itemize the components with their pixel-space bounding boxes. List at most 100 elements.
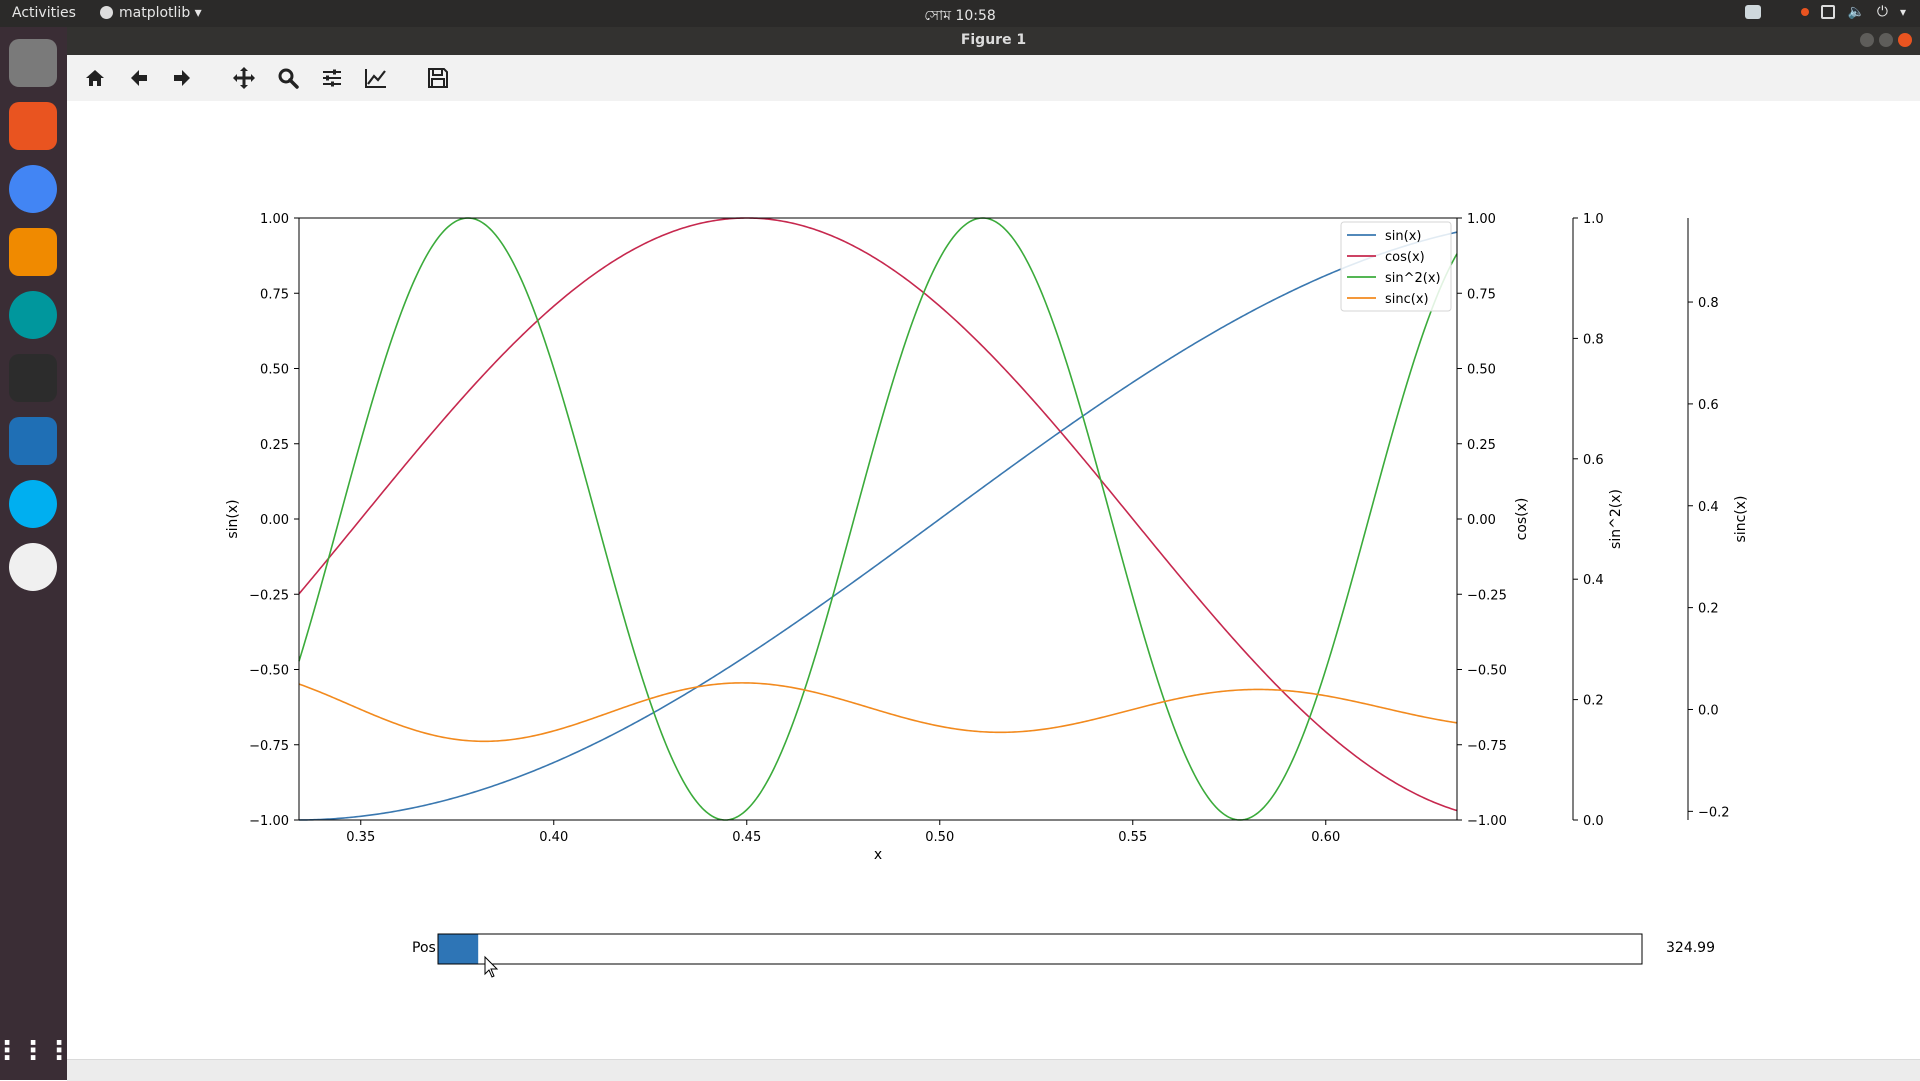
- network-icon[interactable]: [1821, 5, 1836, 19]
- plot-frame: [298, 217, 1458, 821]
- app-menu-icon: [100, 6, 113, 19]
- figure-canvas[interactable]: 0.35 0.40 0.45 0.50 0.55 0.60 1.00 0.75 0.50 0.25…: [67, 101, 1920, 1059]
- y-tick-label: −1.00: [249, 814, 289, 829]
- y-tick-label: 0.50: [1467, 363, 1496, 378]
- configure-subplots-button[interactable]: [316, 63, 348, 93]
- y-tick-label: 1.00: [260, 212, 289, 227]
- y-tick-label: 1.0: [1583, 212, 1604, 227]
- y-tick-label: 0.6: [1698, 398, 1719, 413]
- edit-axes-button[interactable]: [360, 63, 392, 93]
- y-tick-label: 0.75: [260, 287, 289, 302]
- legend-label: sin(x): [1385, 229, 1421, 244]
- y-tick-label: 0.2: [1583, 694, 1604, 709]
- software-center-icon[interactable]: [9, 102, 57, 150]
- system-top-bar: Activities matplotlib ▾ সোম 10:58 🔈 ⏻ ▾: [0, 0, 1920, 27]
- y-tick-label: 0.00: [260, 513, 289, 528]
- slider-fill[interactable]: [438, 934, 479, 964]
- zoom-button[interactable]: [272, 63, 304, 93]
- window-titlebar[interactable]: Figure 1: [67, 27, 1920, 55]
- legend-label: cos(x): [1385, 250, 1425, 265]
- x-tick-label: 0.50: [925, 830, 954, 845]
- y-tick-label: 1.00: [1467, 212, 1496, 227]
- notification-icon[interactable]: [1745, 5, 1762, 19]
- series-lines: [298, 217, 1458, 821]
- arduino-icon[interactable]: [9, 291, 57, 339]
- chrome-icon[interactable]: [9, 165, 57, 213]
- volume-icon[interactable]: 🔈: [1847, 4, 1864, 20]
- pan-icon: [233, 67, 255, 89]
- legend-label: sin^2(x): [1385, 271, 1441, 286]
- x-tick-label: 0.60: [1311, 830, 1340, 845]
- vlc-icon[interactable]: [9, 228, 57, 276]
- tick-marks: 0.35 0.40 0.45 0.50 0.55 0.60 1.00 0.75 0.50 0.25…: [249, 212, 1729, 845]
- navigation-toolbar: [67, 55, 1920, 102]
- y-axis-label-sin2: sin^2(x): [1608, 489, 1624, 549]
- pan-button[interactable]: [228, 63, 260, 93]
- back-icon: [131, 70, 147, 86]
- files-icon[interactable]: [9, 39, 57, 87]
- edit-axes-icon: [365, 69, 386, 88]
- y-tick-label: 0.0: [1583, 814, 1604, 829]
- screenshot-tool-icon[interactable]: [9, 543, 57, 591]
- y-tick-label: 0.25: [260, 438, 289, 453]
- y-tick-label: −0.2: [1698, 805, 1730, 820]
- update-indicator-icon[interactable]: [1801, 8, 1810, 16]
- activities-button[interactable]: Activities: [12, 5, 76, 21]
- y-tick-label: −0.25: [249, 588, 289, 603]
- y-tick-label: −0.75: [249, 739, 289, 754]
- x-tick-label: 0.35: [346, 830, 375, 845]
- x-axis-label: x: [874, 847, 882, 863]
- y-axis-label-sinc: sinc(x): [1733, 496, 1749, 543]
- y-tick-label: −0.75: [1467, 739, 1507, 754]
- chevron-down-icon: ▾: [194, 5, 202, 21]
- series-line-sin2: [298, 217, 1458, 821]
- y-tick-label: −0.25: [1467, 588, 1507, 603]
- y-axis-label-sin: sin(x): [225, 499, 241, 538]
- x-tick-label: 0.40: [539, 830, 568, 845]
- dock: ⋮⋮⋮: [0, 27, 72, 1080]
- slider-label: Pos: [412, 940, 436, 956]
- save-button[interactable]: [422, 63, 454, 93]
- forward-button[interactable]: [166, 63, 198, 93]
- status-bar: [67, 1059, 1920, 1081]
- y-axis-label-cos: cos(x): [1514, 498, 1530, 541]
- y-tick-label: 0.2: [1698, 602, 1719, 617]
- app-menu[interactable]: matplotlib ▾: [100, 5, 202, 21]
- window-title: Figure 1: [960, 32, 1027, 48]
- series-line-sin: [298, 231, 1458, 821]
- chevron-down-icon[interactable]: ▾: [1900, 5, 1906, 19]
- x-tick-label: 0.55: [1118, 830, 1147, 845]
- app-menu-label: matplotlib: [119, 5, 191, 21]
- y-tick-label: 0.50: [260, 363, 289, 378]
- y-tick-label: 0.0: [1698, 703, 1719, 718]
- home-button[interactable]: [79, 63, 111, 93]
- legend-label: sinc(x): [1385, 292, 1429, 307]
- show-applications-icon[interactable]: ⋮⋮⋮: [0, 1027, 72, 1075]
- back-button[interactable]: [123, 63, 155, 93]
- legend: sin(x) cos(x) sin^2(x) sinc(x): [1340, 221, 1452, 312]
- slider-value: 324.99: [1666, 940, 1715, 956]
- y-tick-label: 0.8: [1583, 332, 1604, 347]
- clock[interactable]: সোম 10:58: [0, 4, 1920, 28]
- vscode-icon[interactable]: [9, 417, 57, 465]
- skype-icon[interactable]: [9, 480, 57, 528]
- terminal-icon[interactable]: [9, 354, 57, 402]
- forward-icon: [174, 70, 190, 86]
- y-tick-label: −0.50: [1467, 664, 1507, 679]
- zoom-icon: [278, 68, 299, 89]
- y-tick-label: −1.00: [1467, 814, 1507, 829]
- y-tick-label: 0.75: [1467, 287, 1496, 302]
- y-tick-label: 0.00: [1467, 513, 1496, 528]
- chart[interactable]: 0.35 0.40 0.45 0.50 0.55 0.60 1.00 0.75 0.50 0.25…: [67, 101, 1920, 1059]
- home-icon: [86, 70, 104, 86]
- maximize-button[interactable]: [1879, 33, 1893, 47]
- y-tick-label: 0.4: [1583, 573, 1604, 588]
- y-tick-label: 0.8: [1698, 296, 1719, 311]
- power-icon[interactable]: ⏻: [1877, 4, 1888, 20]
- y-tick-label: 0.6: [1583, 453, 1604, 468]
- save-icon: [428, 68, 448, 88]
- close-button[interactable]: [1898, 33, 1912, 47]
- y-tick-label: 0.4: [1698, 500, 1719, 515]
- minimize-button[interactable]: [1860, 33, 1874, 47]
- slider-track[interactable]: [437, 933, 1643, 965]
